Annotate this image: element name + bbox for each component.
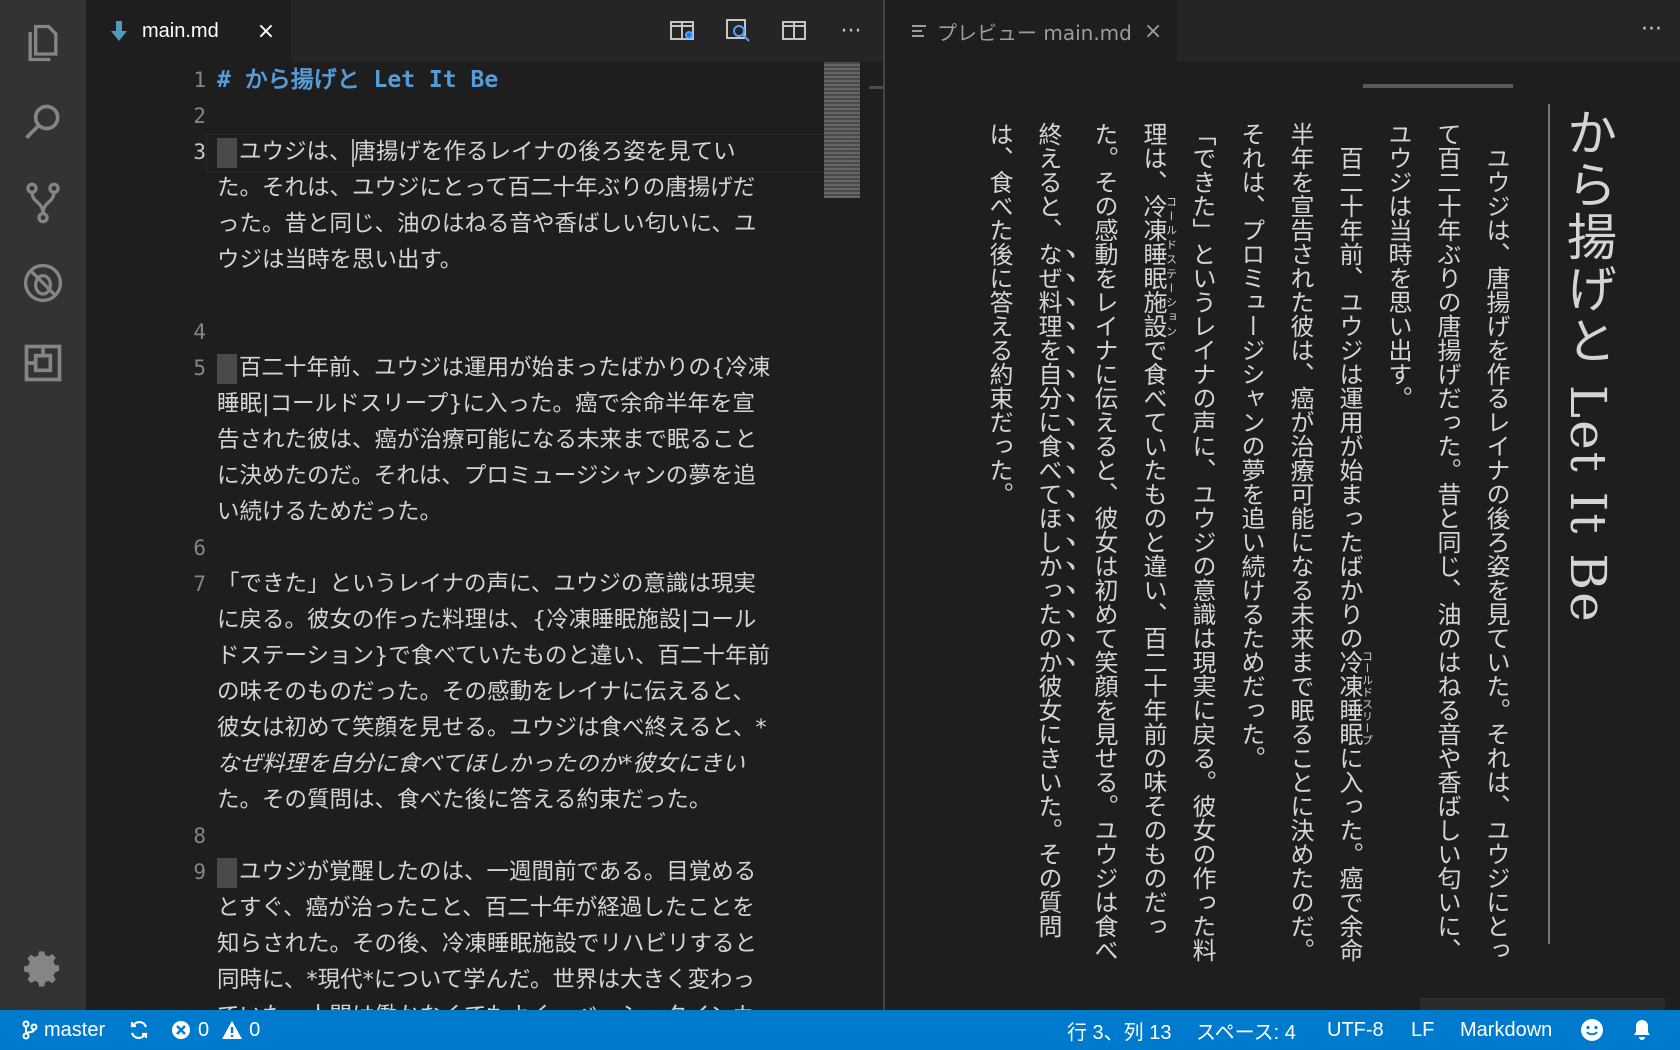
code-line: 百二十年前、ユウジは運用が始まったばかりの{冷凍	[217, 350, 770, 386]
warning-icon	[222, 1021, 243, 1039]
editor-tab-bar: main.md × ···	[86, 0, 883, 62]
notifications-bell-icon[interactable]	[1630, 1010, 1654, 1050]
close-icon[interactable]: ×	[257, 19, 275, 44]
preview-paragraph: 「できた」というレイナの声に、ユウジの意識は現実に戻る。彼女の作った料理は、冷凍…	[985, 122, 1216, 962]
open-preview-side-icon[interactable]	[669, 17, 697, 45]
sync-icon[interactable]	[128, 1010, 150, 1050]
line-number: 5	[193, 356, 206, 380]
branch-indicator[interactable]: master	[22, 1010, 105, 1050]
code-line: # から揚げと Let It Be	[217, 67, 499, 93]
eol-setting[interactable]: LF	[1411, 1010, 1434, 1050]
code-line: 睡眠|コールドスリープ}に入った。癌で余命半年を宣	[217, 391, 756, 417]
line-number: 1	[193, 68, 206, 92]
preview-tab-bar: プレビュー main.md × ···	[885, 0, 1680, 62]
git-branch-icon	[22, 1020, 38, 1040]
code-line: 彼女は初めて笑顔を見せる。ユウジは食べ終えると、*	[217, 715, 767, 741]
code-line: た。それは、ユウジにとって百二十年ぶりの唐揚げだ	[217, 175, 756, 201]
cursor-position[interactable]: 行 3、列 13	[1067, 1010, 1171, 1050]
line-number: 3	[193, 140, 206, 164]
preview-icon	[912, 25, 926, 37]
ruby-text: 冷凍睡眠施設コールドステーション	[1139, 194, 1178, 338]
explorer-icon[interactable]	[0, 0, 86, 86]
ruby-text: 冷凍睡眠コールドスリープ	[1335, 650, 1374, 746]
line-number: 8	[193, 824, 206, 848]
code-line: ユウジは、唐揚げを作るレイナの後ろ姿を見てい	[217, 134, 736, 170]
title-rule	[1548, 104, 1550, 944]
editor-scrollbar[interactable]	[869, 62, 883, 1010]
close-icon[interactable]: ×	[1144, 19, 1162, 44]
more-actions-icon[interactable]: ···	[837, 17, 865, 45]
line-number: 9	[193, 860, 206, 884]
markdown-file-icon	[111, 21, 127, 41]
preview-tab-label: プレビュー main.md	[937, 20, 1132, 45]
gear-icon[interactable]	[0, 927, 86, 1013]
fullwidth-space-marker	[217, 857, 237, 888]
status-bar: master 0 0 行 3、列 13 スペース: 4 UTF-8 LF Mar…	[0, 1010, 1680, 1050]
code-line: とすぐ、癌が治ったこと、百二十年が経過したことを	[217, 895, 755, 921]
tab-main-md[interactable]: main.md ×	[86, 0, 291, 62]
code-line: なぜ料理を自分に食べてほしかったのか*彼女にきい	[217, 751, 745, 777]
extensions-icon[interactable]	[0, 320, 86, 406]
problems-indicator[interactable]: 0 0	[170, 1010, 260, 1050]
language-mode[interactable]: Markdown	[1460, 1010, 1552, 1050]
code-line: 「できた」というレイナの声に、ユウジの意識は現実	[217, 571, 756, 597]
preview-paragraph: 百二十年前、ユウジは運用が始まったばかりの冷凍睡眠コールドスリープに入った。癌で…	[1237, 122, 1374, 962]
preview-paragraph: ユウジは、唐揚げを作るレイナの後ろ姿を見ていた。それは、ユウジにとって百二十年ぶ…	[1384, 122, 1510, 962]
scrollbar-cursor-mark	[869, 86, 883, 89]
code-line: い続けるためだった。	[217, 499, 443, 525]
code-line: に戻る。彼女の作った料理は、{冷凍睡眠施設|コール	[217, 607, 757, 633]
error-count: 0	[198, 1018, 210, 1041]
code-line: 告された彼は、癌が治療可能になる未来まで眠ること	[217, 427, 758, 453]
minimap-slider[interactable]	[824, 62, 860, 198]
code-line: ドステーション}で食べていたものと違い、百二十年前	[217, 643, 770, 669]
preview-horizontal-scrollbar[interactable]	[1420, 998, 1665, 1010]
feedback-smiley-icon[interactable]	[1580, 1010, 1604, 1050]
error-icon	[172, 1021, 190, 1039]
code-line: 知らされた。その後、冷凍睡眠施設でリハビリすると	[217, 931, 758, 957]
page-top-rule	[1363, 84, 1513, 88]
tab-label: main.md	[142, 19, 219, 42]
code-line: の味そのものだった。その感動をレイナに伝えると、	[217, 679, 755, 705]
debug-icon[interactable]	[0, 240, 86, 326]
line-number: 2	[193, 104, 206, 128]
fullwidth-space-marker	[217, 137, 237, 168]
preview-title: から揚げと Let It Be	[1559, 107, 1617, 624]
encoding-setting[interactable]: UTF-8	[1327, 1010, 1384, 1050]
tab-preview-main-md[interactable]: プレビュー main.md ×	[885, 0, 1177, 62]
code-line: 同時に、*現代*について学んだ。世界は大きく変わっ	[217, 967, 755, 993]
code-line: ていた。人間は働かなくてもよく、ベーシックインカ	[217, 998, 755, 1010]
fullwidth-space-marker	[217, 353, 237, 384]
source-control-icon[interactable]	[0, 160, 86, 246]
warning-count: 0	[249, 1018, 261, 1041]
indentation-setting[interactable]: スペース: 4	[1196, 1010, 1296, 1050]
code-line: に決めたのだ。それは、プロミュージシャンの夢を追	[217, 463, 756, 489]
markdown-preview: から揚げと Let It Be ユウジは、唐揚げを作るレイナの後ろ姿を見ていた。…	[885, 62, 1680, 1010]
more-actions-icon[interactable]: ···	[1641, 17, 1662, 42]
search-icon[interactable]	[0, 80, 86, 166]
preview-body: ユウジは、唐揚げを作るレイナの後ろ姿を見ていた。それは、ユウジにとって百二十年ぶ…	[900, 122, 1520, 962]
line-number: 7	[193, 572, 206, 596]
code-line: た。その質問は、食べた後に答える約束だった。	[217, 787, 712, 813]
find-in-preview-icon[interactable]	[725, 17, 753, 45]
activity-bar	[0, 0, 86, 1010]
line-number: 6	[193, 536, 206, 560]
branch-name: master	[44, 1018, 106, 1041]
code-line: った。昔と同じ、油のはねる音や香ばしい匂いに、ユ	[217, 211, 757, 237]
code-line: ウジは当時を思い出す。	[217, 247, 463, 273]
split-editor-icon[interactable]	[781, 17, 809, 45]
code-line: ユウジが覚醒したのは、一週間前である。目覚める	[217, 854, 756, 890]
code-editor[interactable]: 1 2 3 4 5 6 7 8 9 # から揚げと Let It Be ユウジは…	[86, 62, 883, 1010]
line-number: 4	[193, 320, 206, 344]
